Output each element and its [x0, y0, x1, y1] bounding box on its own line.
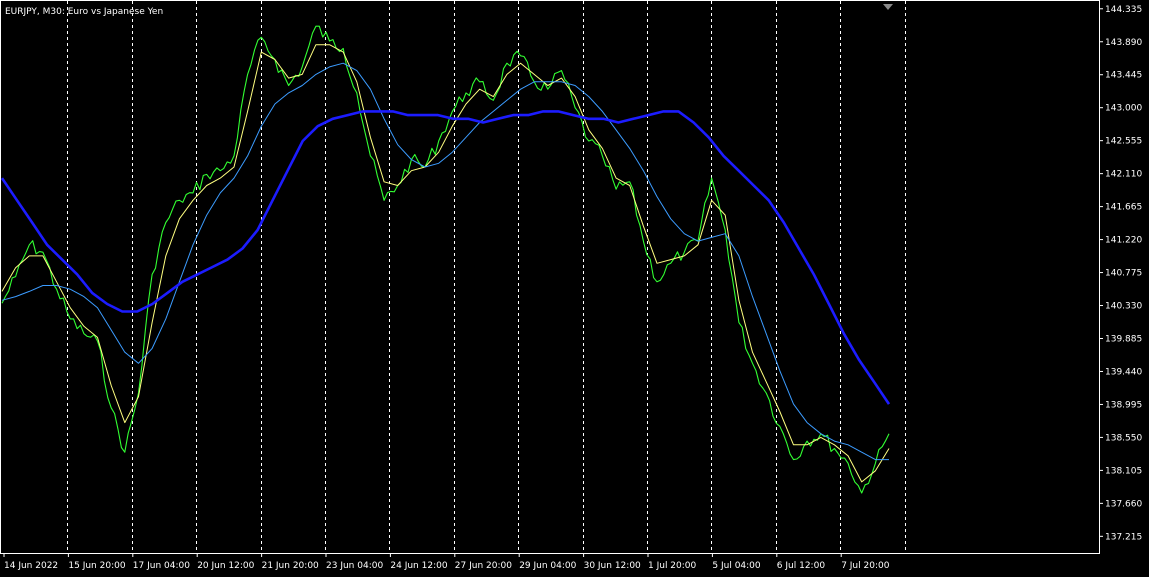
price-tick-label: 143.445 [1105, 71, 1142, 81]
time-tick-label: 29 Jun 04:00 [519, 561, 576, 571]
price-tick-label: 137.660 [1105, 499, 1142, 509]
price-tick-label: 144.335 [1105, 5, 1142, 15]
time-tick-label: 27 Jun 20:00 [455, 561, 512, 571]
price-tick-label: 141.220 [1105, 236, 1142, 246]
time-tick-label: 24 Jun 12:00 [390, 561, 447, 571]
time-tick-label: 1 Jul 20:00 [648, 561, 697, 571]
time-tick-label: 23 Jun 04:00 [326, 561, 383, 571]
price-tick-label: 137.215 [1105, 532, 1142, 542]
price-chart[interactable]: 144.335 143.890 143.445 143.000 142.555 142.1… [0, 0, 1149, 577]
price-tick-label: 140.330 [1105, 302, 1142, 312]
time-tick-label: 21 Jun 20:00 [262, 561, 319, 571]
price-tick-label: 142.110 [1105, 170, 1142, 180]
price-tick-label: 138.105 [1105, 466, 1142, 476]
price-tick-label: 143.890 [1105, 38, 1142, 48]
price-tick-label: 143.000 [1105, 104, 1142, 114]
time-tick-label: 5 Jul 04:00 [712, 561, 761, 571]
chart-title: EURJPY, M30: Euro vs Japanese Yen [5, 7, 163, 17]
price-tick-label: 138.995 [1105, 400, 1142, 410]
time-tick-label: 30 Jun 12:00 [584, 561, 641, 571]
time-tick-label: 17 Jun 04:00 [133, 561, 190, 571]
time-tick-label: 7 Jul 20:00 [841, 561, 890, 571]
price-tick-label: 139.885 [1105, 334, 1142, 344]
price-tick-label: 140.775 [1105, 269, 1142, 279]
price-tick-label: 142.555 [1105, 137, 1142, 147]
price-tick-label: 141.665 [1105, 203, 1142, 213]
time-tick-label: 15 Jun 20:00 [68, 561, 125, 571]
time-tick-label: 20 Jun 12:00 [197, 561, 254, 571]
price-tick-label: 139.440 [1105, 367, 1142, 377]
time-tick-label: 6 Jul 12:00 [777, 561, 826, 571]
time-tick-label: 14 Jun 2022 [4, 561, 58, 571]
price-tick-label: 138.550 [1105, 433, 1142, 443]
